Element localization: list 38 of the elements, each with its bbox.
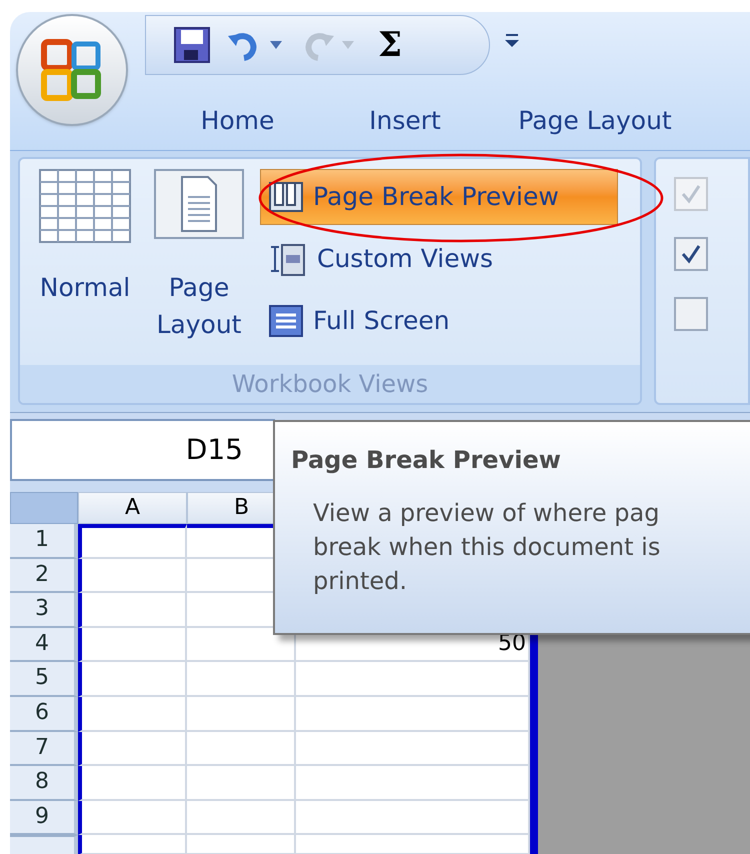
row-header[interactable]: 4 [10,628,78,662]
checkbox[interactable] [674,297,708,331]
row-header[interactable]: 6 [10,696,78,732]
row-header[interactable]: 8 [10,766,78,801]
checkmark-icon [680,243,702,265]
row-header[interactable]: 3 [10,593,78,628]
customize-toolbar-icon[interactable] [505,34,519,48]
column-header[interactable]: A [78,492,187,524]
office-logo-icon [40,38,104,102]
autosum-button[interactable]: Σ [378,28,402,62]
row-header[interactable]: 7 [10,732,78,766]
row-header[interactable]: 1 [10,524,78,559]
view-normal-button[interactable]: Normal [30,169,140,365]
view-page-layout-button[interactable]: Page Layout [144,169,254,365]
dropdown-arrow-icon[interactable] [270,41,282,49]
tooltip-text: printed. [313,566,408,597]
tooltip-text: break when this document is [313,532,662,563]
row-header[interactable]: 5 [10,662,78,697]
ribbon-tab[interactable]: Page Layout [495,102,695,140]
checkmark-icon [680,183,702,205]
name-box[interactable]: D15 [10,419,275,481]
custom-views-icon [269,241,307,277]
page-icon [154,169,244,239]
row-header[interactable]: 2 [10,558,78,594]
page-break-icon [269,182,303,212]
custom-views-button[interactable]: Custom Views [260,231,618,287]
tooltip-title: Page Break Preview [291,445,562,476]
save-icon[interactable] [174,27,210,63]
tooltip-text: View a preview of where pag [313,498,660,529]
ribbon-tab[interactable]: Insert [325,102,485,140]
checkbox[interactable] [674,237,708,271]
full-screen-icon [269,305,303,337]
ribbon-tab[interactable]: Home [160,102,315,140]
page-break-preview-button[interactable]: Page Break Preview [260,169,618,225]
row-header[interactable]: 9 [10,800,78,836]
grid-icon [39,169,131,243]
group-label: Workbook Views [20,365,640,403]
full-screen-button[interactable]: Full Screen [260,293,618,349]
